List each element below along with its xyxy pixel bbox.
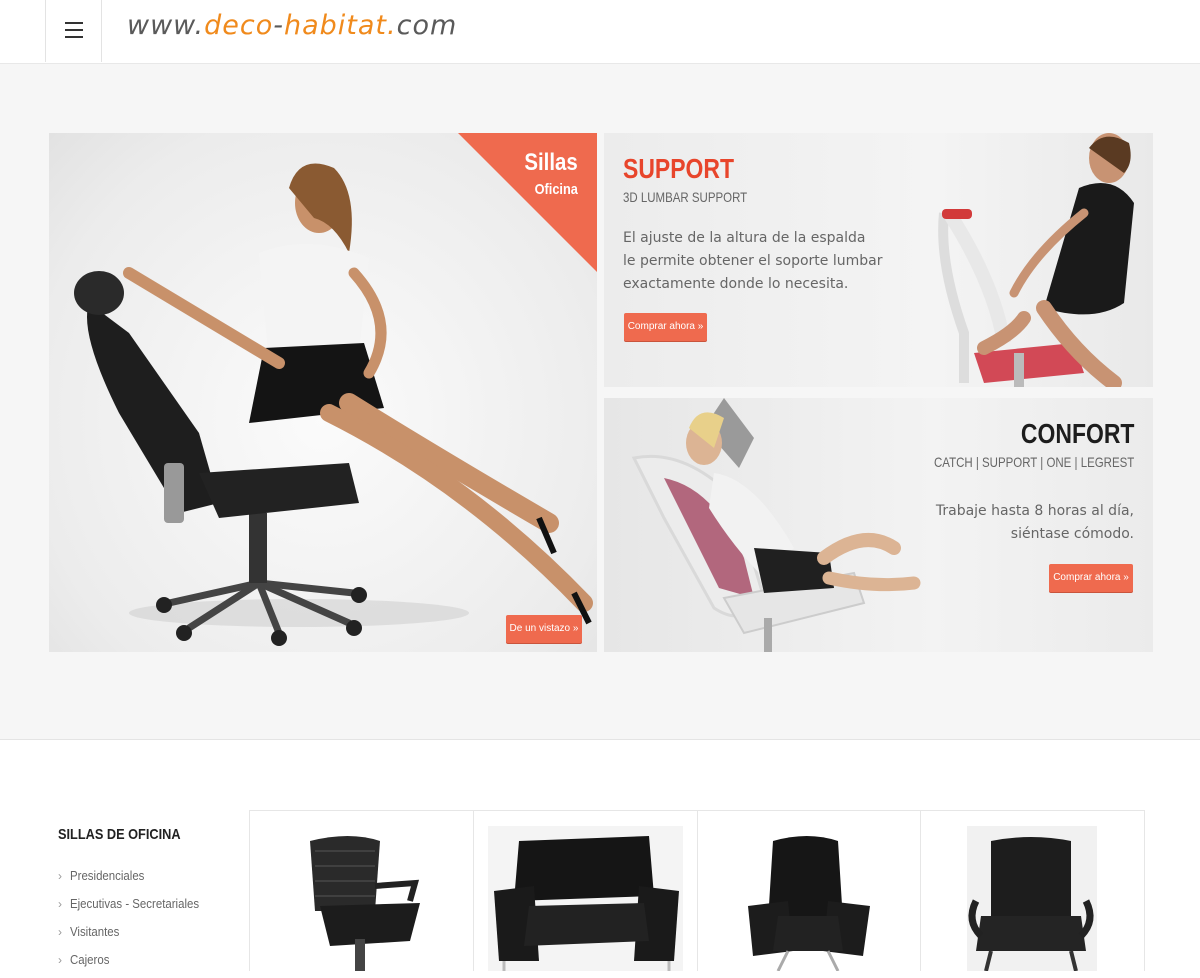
sidebar-item-label: Presidenciales <box>70 868 145 883</box>
logo-suffix: com <box>396 10 458 41</box>
support-buy-button[interactable]: Comprar ahora » <box>624 313 707 341</box>
site-header: www.deco-habitat.com <box>0 0 1200 64</box>
chevron-right-icon: › <box>58 869 62 883</box>
overview-button[interactable]: De un vistazo » <box>506 615 582 643</box>
confort-description: Trabaje hasta 8 horas al día, siéntase c… <box>936 500 1134 546</box>
product-grid <box>249 810 1145 971</box>
support-subtitle: 3D LUMBAR SUPPORT <box>623 189 748 205</box>
sidebar-item-ejecutivas[interactable]: › Ejecutivas - Secretariales <box>58 894 217 922</box>
logo-brand-2: habitat <box>283 10 388 41</box>
black-leather-executive-chair-image <box>747 836 870 971</box>
sidebar-item-visitantes[interactable]: › Visitantes <box>58 922 217 950</box>
confort-text-line: Trabaje hasta 8 horas al día, <box>935 503 1134 519</box>
black-fabric-visitor-chair-image <box>967 826 1098 971</box>
confort-subtitle: CATCH | SUPPORT | ONE | LEGREST <box>933 454 1134 470</box>
site-logo[interactable]: www.deco-habitat.com <box>127 10 457 41</box>
hamburger-icon <box>65 29 83 31</box>
support-text-line: El ajuste de la altura de la espalda <box>623 230 866 246</box>
confort-title: CONFORT <box>1020 418 1134 449</box>
logo-dot: . <box>387 10 397 41</box>
menu-toggle-button[interactable] <box>45 0 102 62</box>
ribbon-subtitle: Oficina <box>534 181 578 198</box>
category-sidebar-title: SILLAS DE OFICINA <box>58 826 181 843</box>
product-card[interactable] <box>698 811 922 971</box>
hero-support-banner[interactable]: SUPPORT 3D LUMBAR SUPPORT El ajuste de l… <box>604 133 1153 387</box>
logo-dash: - <box>273 10 284 41</box>
chevron-right-icon: › <box>58 925 62 939</box>
support-text-line: exactamente donde lo necesita. <box>623 276 849 292</box>
support-description: El ajuste de la altura de la espalda le … <box>623 227 883 296</box>
ribbon-title: Sillas <box>524 149 578 176</box>
chevron-right-icon: › <box>58 953 62 967</box>
sidebar-item-presidenciales[interactable]: › Presidenciales <box>58 866 217 894</box>
hero-confort-banner[interactable]: CONFORT CATCH | SUPPORT | ONE | LEGREST … <box>604 398 1153 652</box>
sidebar-item-label: Cajeros <box>70 952 110 967</box>
sidebar-item-label: Visitantes <box>70 924 120 939</box>
logo-prefix: www. <box>127 10 205 41</box>
chevron-right-icon: › <box>58 897 62 911</box>
hero-main-banner[interactable]: Sillas Oficina De un vistazo » <box>49 133 597 652</box>
mesh-office-chair-image <box>310 836 420 971</box>
product-card[interactable] <box>921 811 1144 971</box>
confort-buy-button[interactable]: Comprar ahora » <box>1049 564 1133 592</box>
hero-section: Sillas Oficina De un vistazo » SUPPORT 3… <box>0 64 1200 740</box>
sidebar-item-label: Ejecutivas - Secretariales <box>70 896 200 911</box>
hamburger-icon <box>65 36 83 38</box>
hamburger-icon <box>65 22 83 24</box>
product-card[interactable] <box>474 811 698 971</box>
support-text-line: le permite obtener el soporte lumbar <box>623 253 883 269</box>
support-title: SUPPORT <box>623 153 734 184</box>
black-leather-lounge-chair-image <box>487 826 683 971</box>
product-card[interactable] <box>250 811 474 971</box>
confort-text-line: siéntase cómodo. <box>1010 526 1134 542</box>
logo-brand-1: deco <box>204 10 274 41</box>
category-sidebar-list: › Presidenciales › Ejecutivas - Secretaria… <box>58 866 217 978</box>
sidebar-item-cajeros[interactable]: › Cajeros <box>58 950 217 978</box>
